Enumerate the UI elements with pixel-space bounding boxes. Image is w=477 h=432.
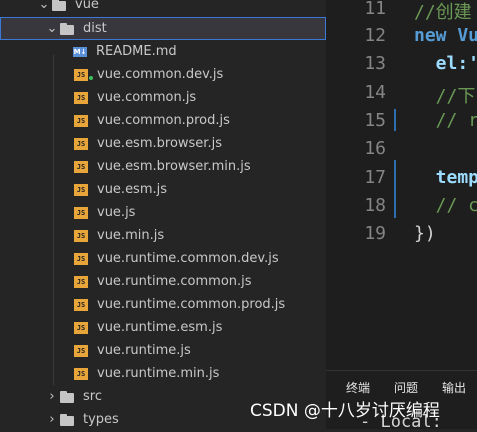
tree-file[interactable]: JS vue.runtime.common.prod.js	[0, 293, 326, 316]
file-name: vue.esm.browser.min.js	[97, 159, 251, 174]
line-number: 12	[364, 25, 386, 46]
file-explorer: ⌄ vue ⌄ dist M↓ README.md JS vue.common.…	[0, 0, 326, 428]
tab-terminal[interactable]: 终端	[346, 379, 370, 396]
git-change-marker	[394, 160, 396, 218]
tree-folder-vue[interactable]: ⌄ vue	[0, 0, 326, 16]
line-number: 13	[364, 53, 386, 74]
folder-name: types	[83, 412, 119, 427]
chevron-down-icon: ⌄	[38, 0, 50, 12]
js-file-icon: JS	[74, 137, 88, 150]
js-file-icon: JS	[74, 160, 88, 173]
code-line[interactable]: el:'	[414, 53, 477, 74]
watermark: CSDN @十八岁讨厌编程	[250, 401, 440, 421]
tree-file[interactable]: JS vue.common.dev.js	[0, 63, 326, 86]
line-number: 17	[364, 167, 386, 188]
tree-file[interactable]: JS vue.common.prod.js	[0, 109, 326, 132]
tree-folder-dist[interactable]: ⌄ dist	[0, 17, 326, 40]
file-name: vue.js	[97, 205, 136, 220]
js-file-icon: JS	[74, 183, 88, 196]
file-name: vue.runtime.min.js	[97, 366, 220, 381]
file-name: vue.runtime.common.dev.js	[97, 251, 279, 266]
code-line[interactable]: //创建	[414, 0, 472, 24]
folder-icon	[60, 390, 76, 403]
line-number: 19	[364, 223, 386, 244]
chevron-right-icon: ›	[49, 389, 55, 404]
code-line[interactable]: temp	[414, 167, 477, 188]
code-line[interactable]: // c	[414, 195, 477, 216]
file-name: vue.esm.browser.js	[97, 136, 222, 151]
folder-icon	[52, 0, 68, 11]
file-name: vue.runtime.js	[97, 343, 191, 358]
tree-file[interactable]: JS vue.runtime.common.js	[0, 270, 326, 293]
file-name: vue.runtime.common.js	[97, 274, 252, 289]
chevron-right-icon: ›	[49, 412, 55, 427]
js-file-icon: JS	[74, 275, 88, 288]
folder-icon	[60, 413, 76, 426]
line-number: 14	[364, 82, 386, 103]
file-name: vue.common.prod.js	[97, 113, 230, 128]
js-file-icon: JS	[74, 114, 88, 127]
tree-file[interactable]: JS vue.esm.browser.js	[0, 132, 326, 155]
line-number: 11	[364, 0, 386, 19]
chevron-down-icon: ⌄	[46, 21, 58, 36]
code-line[interactable]: })	[414, 223, 436, 244]
folder-name: vue	[75, 0, 99, 12]
code-line[interactable]: new Vu	[414, 25, 477, 46]
js-file-icon: JS	[74, 68, 88, 81]
git-change-marker	[394, 109, 396, 131]
file-name: vue.common.dev.js	[97, 67, 224, 82]
markdown-icon: M↓	[73, 46, 87, 57]
folder-name: dist	[83, 21, 107, 36]
tree-file[interactable]: JS vue.runtime.common.dev.js	[0, 247, 326, 270]
file-name: vue.runtime.common.prod.js	[97, 297, 286, 312]
js-file-icon: JS	[74, 367, 88, 380]
line-number: 15	[364, 110, 386, 131]
code-line[interactable]: //下	[414, 82, 476, 108]
file-name: vue.runtime.esm.js	[97, 320, 223, 335]
file-name: vue.esm.js	[97, 182, 168, 197]
js-file-icon: JS	[74, 206, 88, 219]
js-file-icon: JS	[74, 229, 88, 242]
tab-output[interactable]: 输出	[442, 379, 466, 396]
file-name: vue.min.js	[97, 228, 165, 243]
js-file-icon: JS	[74, 321, 88, 334]
js-file-icon: JS	[74, 344, 88, 357]
js-file-icon: JS	[74, 252, 88, 265]
line-number: 16	[364, 138, 386, 159]
file-name: vue.common.js	[97, 90, 197, 105]
tree-file[interactable]: JS vue.runtime.js	[0, 339, 326, 362]
tree-file[interactable]: JS vue.js	[0, 201, 326, 224]
modified-dot-icon	[89, 76, 93, 80]
tree-file[interactable]: JS vue.esm.browser.min.js	[0, 155, 326, 178]
folder-icon	[60, 22, 76, 35]
code-line[interactable]: // r	[414, 110, 477, 131]
folder-name: src	[83, 389, 102, 404]
tab-problems[interactable]: 问题	[394, 379, 418, 396]
line-number: 18	[364, 195, 386, 216]
tree-file[interactable]: JS vue.runtime.min.js	[0, 362, 326, 385]
js-file-icon: JS	[74, 91, 88, 104]
tree-file[interactable]: JS vue.min.js	[0, 224, 326, 247]
tree-file-readme[interactable]: M↓ README.md	[0, 40, 326, 63]
tree-file[interactable]: JS vue.esm.js	[0, 178, 326, 201]
tree-file[interactable]: JS vue.runtime.esm.js	[0, 316, 326, 339]
file-name: README.md	[96, 44, 177, 59]
tree-file[interactable]: JS vue.common.js	[0, 86, 326, 109]
js-file-icon: JS	[74, 298, 88, 311]
